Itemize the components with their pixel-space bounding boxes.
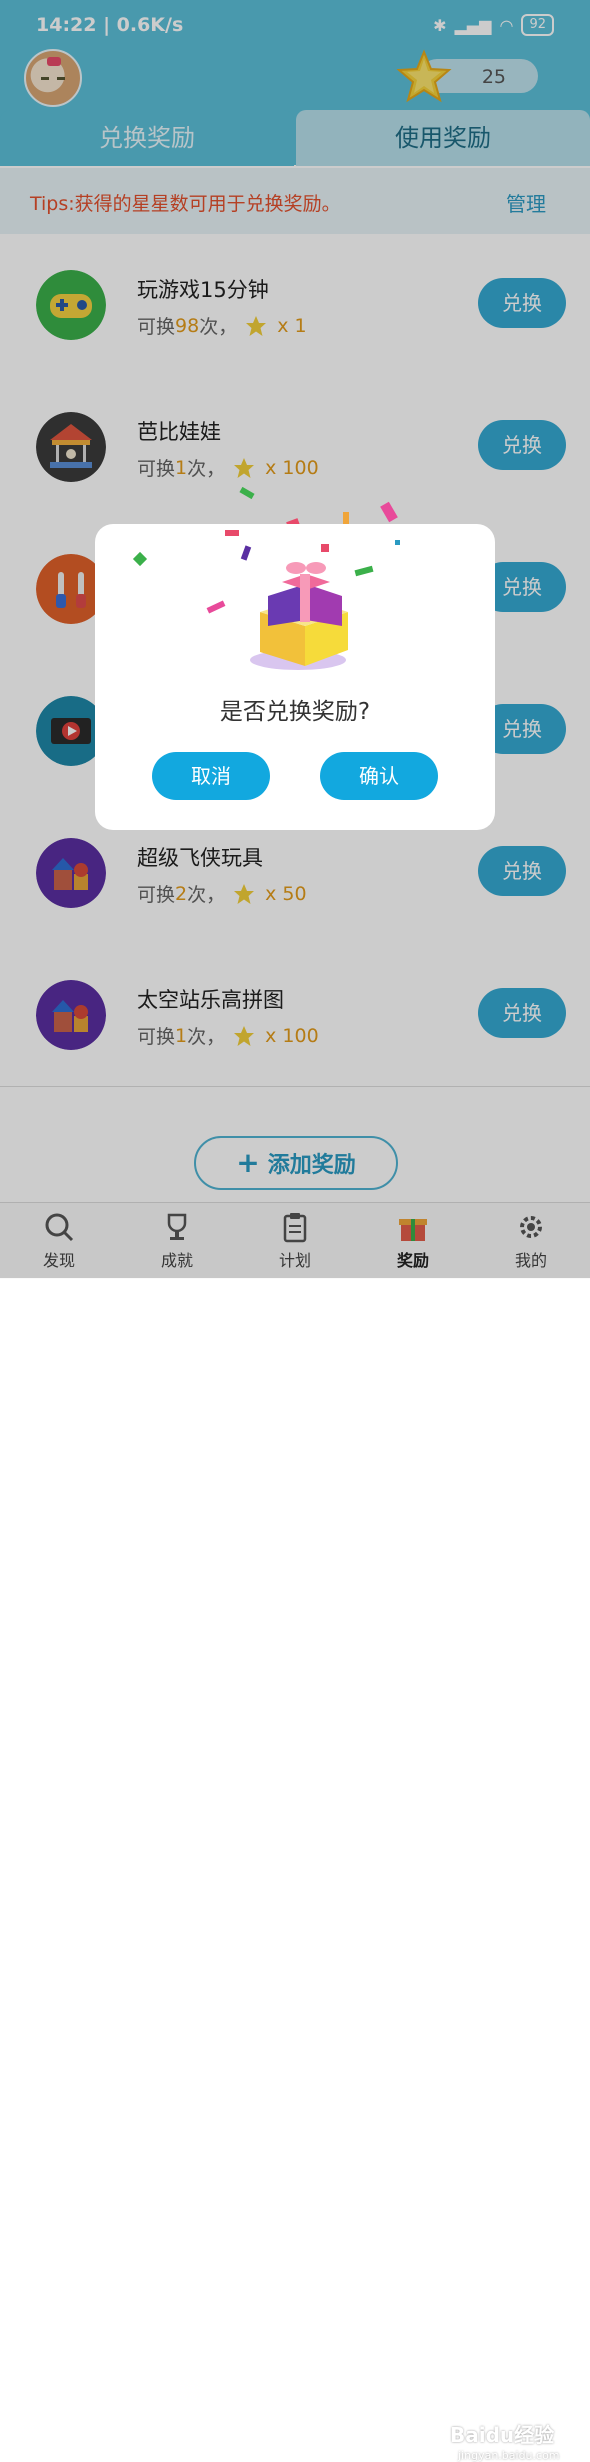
app-screen: 14:22 | 0.6K/s ✱ ▂▄▆ ◠ 92 25 兑换奖励 使用奖励 T… <box>0 0 590 2462</box>
confetti <box>321 544 329 552</box>
cancel-button[interactable]: 取消 <box>152 752 270 800</box>
confetti <box>225 530 239 536</box>
confetti <box>206 600 226 614</box>
watermark-text: Baidu经验 <box>450 2423 555 2447</box>
gift-box-illustration <box>250 562 348 670</box>
confirm-dialog: 是否兑换奖励? 取消 确认 <box>95 524 495 830</box>
dialog-question: 是否兑换奖励? <box>219 699 371 725</box>
confetti <box>343 512 349 524</box>
confetti <box>395 540 400 545</box>
confirm-button[interactable]: 确认 <box>320 752 438 800</box>
confetti <box>132 551 148 567</box>
watermark-url: jingyan.baidu.com <box>458 2449 560 2462</box>
